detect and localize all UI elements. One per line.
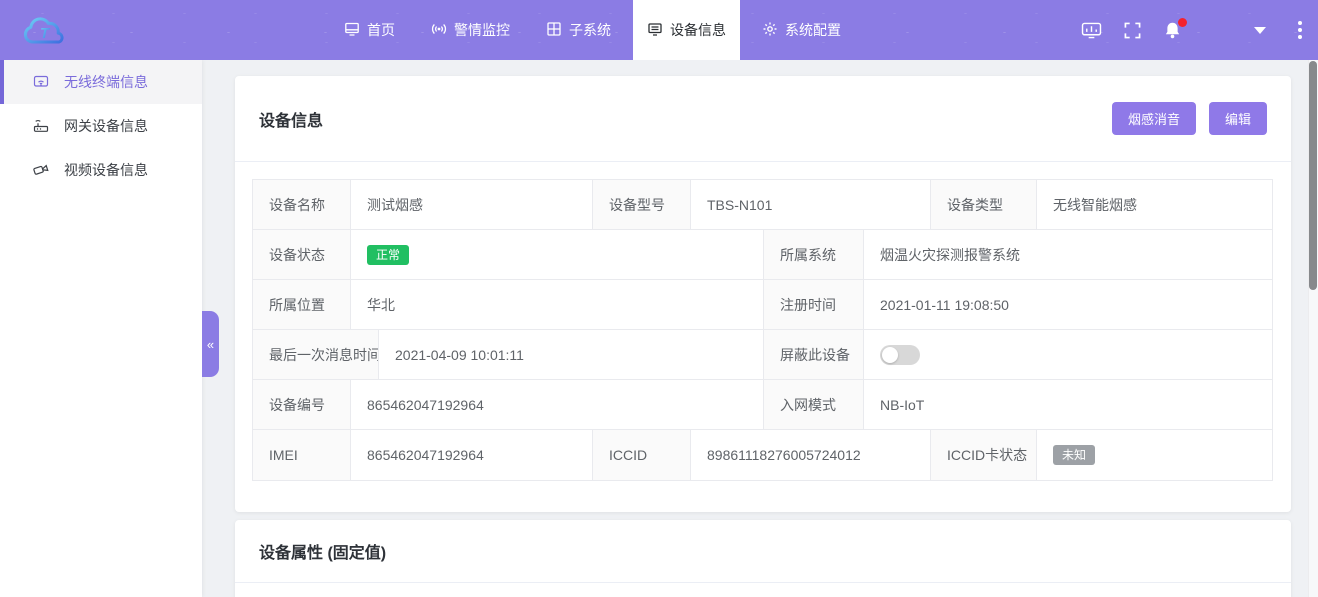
field-value: 烟温火灾探测报警系统 bbox=[864, 230, 1272, 279]
device-card-header: 设备信息 烟感消音 编辑 bbox=[235, 76, 1291, 162]
field-value: 2021-01-11 19:08:50 bbox=[864, 280, 1272, 329]
field-label: 设备型号 bbox=[593, 180, 691, 229]
nav-item-label: 系统配置 bbox=[785, 20, 841, 40]
field-value: 865462047192964 bbox=[351, 430, 593, 480]
field-value: 865462047192964 bbox=[351, 380, 764, 429]
fullscreen-icon[interactable] bbox=[1124, 22, 1141, 39]
field-value: 无线智能烟感 bbox=[1037, 180, 1272, 229]
field-label: 注册时间 bbox=[764, 280, 864, 329]
status-badge: 正常 bbox=[367, 245, 409, 265]
subsystem-grid-icon bbox=[546, 21, 562, 40]
iccid-status-badge: 未知 bbox=[1053, 445, 1095, 465]
sidebar-item-video-devices[interactable]: 视频设备信息 bbox=[0, 148, 202, 192]
gear-icon bbox=[762, 21, 778, 40]
nav-item-label: 首页 bbox=[367, 20, 395, 40]
sidebar-item-wireless-terminal[interactable]: 无线终端信息 bbox=[0, 60, 202, 104]
nav-item-home[interactable]: 首页 bbox=[330, 0, 409, 60]
navbar-right-tools bbox=[1081, 0, 1318, 60]
device-card-title: 设备信息 bbox=[259, 107, 323, 131]
nav-item-label: 子系统 bbox=[569, 20, 611, 40]
broadcast-icon bbox=[431, 21, 447, 40]
sidebar-item-label: 视频设备信息 bbox=[64, 160, 148, 180]
table-row: 所属位置 华北 注册时间 2021-01-11 19:08:50 bbox=[253, 280, 1272, 330]
nav-item-label: 警情监控 bbox=[454, 20, 510, 40]
device-info-table: 设备名称 测试烟感 设备型号 TBS-N101 设备类型 无线智能烟感 设备状态… bbox=[252, 179, 1273, 481]
attributes-card-header: 设备属性 (固定值) bbox=[235, 520, 1291, 583]
field-label: 所属位置 bbox=[253, 280, 351, 329]
device-info-card: 设备信息 烟感消音 编辑 设备名称 测试烟感 设备型号 TBS-N101 设备类… bbox=[235, 76, 1291, 512]
field-label: 入网模式 bbox=[764, 380, 864, 429]
svg-text:T: T bbox=[40, 25, 51, 42]
field-value: 测试烟感 bbox=[351, 180, 593, 229]
field-value: TBS-N101 bbox=[691, 180, 931, 229]
nav-item-device-info[interactable]: 设备信息 bbox=[633, 0, 740, 60]
notification-badge bbox=[1178, 18, 1187, 27]
table-row: 最后一次消息时间 2021-04-09 10:01:11 屏蔽此设备 bbox=[253, 330, 1272, 380]
nav-item-system-config[interactable]: 系统配置 bbox=[748, 0, 855, 60]
table-row: IMEI 865462047192964 ICCID 8986111827600… bbox=[253, 430, 1272, 480]
bell-icon[interactable] bbox=[1163, 21, 1182, 40]
device-monitor-icon bbox=[647, 21, 663, 40]
field-label: ICCID bbox=[593, 430, 691, 480]
video-camera-icon bbox=[33, 161, 64, 180]
app-root: T 首页 警情监控 bbox=[0, 0, 1318, 597]
gateway-icon bbox=[33, 117, 64, 136]
field-value: 未知 bbox=[1037, 430, 1272, 480]
caret-down-icon[interactable] bbox=[1254, 27, 1266, 34]
field-value: NB-IoT bbox=[864, 380, 1272, 429]
field-label: 最后一次消息时间 bbox=[253, 330, 379, 379]
table-row: 设备状态 正常 所属系统 烟温火灾探测报警系统 bbox=[253, 230, 1272, 280]
sidebar-item-label: 网关设备信息 bbox=[64, 116, 148, 136]
field-label: ICCID卡状态 bbox=[931, 430, 1037, 480]
field-label: IMEI bbox=[253, 430, 351, 480]
home-monitor-icon bbox=[344, 21, 360, 40]
table-row: 设备编号 865462047192964 入网模式 NB-IoT bbox=[253, 380, 1272, 430]
device-attributes-card: 设备属性 (固定值) bbox=[235, 520, 1291, 597]
attributes-card-title: 设备属性 (固定值) bbox=[259, 539, 386, 563]
dashboard-chart-icon[interactable] bbox=[1081, 22, 1102, 39]
field-value: 2021-04-09 10:01:11 bbox=[379, 330, 764, 379]
edit-button[interactable]: 编辑 bbox=[1209, 102, 1267, 135]
table-row: 设备名称 测试烟感 设备型号 TBS-N101 设备类型 无线智能烟感 bbox=[253, 180, 1272, 230]
more-vertical-icon[interactable] bbox=[1298, 21, 1302, 39]
chevron-double-left-icon: « bbox=[207, 337, 214, 352]
sidebar-item-gateway-devices[interactable]: 网关设备信息 bbox=[0, 104, 202, 148]
nav-item-alarm-monitoring[interactable]: 警情监控 bbox=[417, 0, 524, 60]
field-label: 设备状态 bbox=[253, 230, 351, 279]
field-value: 华北 bbox=[351, 280, 764, 329]
field-label: 屏蔽此设备 bbox=[764, 330, 864, 379]
field-label: 设备编号 bbox=[253, 380, 351, 429]
sidebar-collapse-button[interactable]: « bbox=[202, 311, 219, 377]
smoke-mute-button[interactable]: 烟感消音 bbox=[1112, 102, 1196, 135]
top-navbar: T 首页 警情监控 bbox=[0, 0, 1318, 60]
vertical-scrollbar-track bbox=[1308, 60, 1318, 597]
field-value: 正常 bbox=[351, 230, 764, 279]
field-label: 所属系统 bbox=[764, 230, 864, 279]
field-value bbox=[864, 330, 1272, 379]
sidebar: 无线终端信息 网关设备信息 bbox=[0, 60, 202, 597]
cloud-logo-icon[interactable]: T bbox=[20, 9, 70, 51]
wireless-terminal-icon bbox=[33, 73, 64, 92]
field-label: 设备类型 bbox=[931, 180, 1037, 229]
nav-item-subsystems[interactable]: 子系统 bbox=[532, 0, 625, 60]
shield-device-toggle[interactable] bbox=[880, 345, 920, 365]
field-value: 89861118276005724012 bbox=[691, 430, 931, 480]
sidebar-item-label: 无线终端信息 bbox=[64, 72, 148, 92]
nav-item-label: 设备信息 bbox=[670, 20, 726, 40]
field-label: 设备名称 bbox=[253, 180, 351, 229]
main-nav-menu: 首页 警情监控 子系统 bbox=[330, 0, 855, 60]
vertical-scrollbar-thumb[interactable] bbox=[1309, 61, 1317, 290]
